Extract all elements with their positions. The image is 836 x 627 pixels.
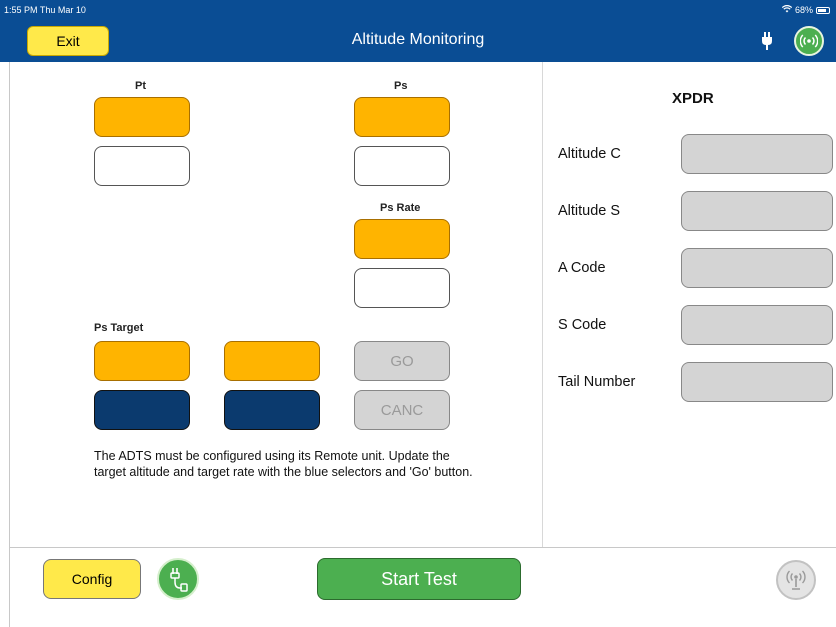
tail-number-field [681,362,833,402]
ps-value-display [354,97,450,137]
go-button[interactable]: GO [354,341,450,381]
ps-label: Ps [394,80,408,92]
target-altitude-selector[interactable] [94,390,190,430]
s-code-label: S Code [558,317,607,333]
ps-target-label: Ps Target [94,322,144,334]
ps-input[interactable] [354,146,450,186]
pt-input[interactable] [94,146,190,186]
ps-target-altitude-display [94,341,190,381]
a-code-label: A Code [558,260,606,276]
instructions-text: The ADTS must be configured using its Re… [94,449,473,479]
ps-rate-value-display [354,219,450,259]
status-indicators: 68% [781,5,830,15]
target-rate-selector[interactable] [224,390,320,430]
config-button[interactable]: Config [43,559,141,599]
pt-value-display [94,97,190,137]
footer-divider [9,547,836,548]
battery-percent: 68% [794,5,813,15]
wireless-signal-icon [800,34,818,48]
a-code-field [681,248,833,288]
cancel-button[interactable]: CANC [354,390,450,430]
antenna-icon [786,570,806,590]
altitude-s-field [681,191,833,231]
xpdr-title: XPDR [672,90,714,107]
plug-icon [762,32,772,50]
ps-rate-label: Ps Rate [380,202,421,214]
altitude-c-field [681,134,833,174]
cable-icon [170,568,188,592]
tail-number-label: Tail Number [558,374,636,390]
left-border [9,62,10,627]
pt-label: Pt [135,80,146,92]
status-time: 1:55 PM Thu Mar 10 [4,5,86,15]
s-code-field [681,305,833,345]
ps-rate-input[interactable] [354,268,450,308]
app-header: 1:55 PM Thu Mar 10 68% Exit Altitude Mon… [0,0,836,62]
cable-connection-button[interactable] [157,558,199,600]
wifi-icon [781,5,793,15]
page-title: Altitude Monitoring [351,31,485,48]
panel-divider [542,62,543,547]
battery-icon [816,6,830,14]
antenna-button[interactable] [776,560,816,600]
altitude-c-label: Altitude C [558,146,621,162]
wireless-status-button[interactable] [794,26,824,56]
altitude-s-label: Altitude S [558,203,621,219]
start-test-button[interactable]: Start Test [317,558,521,600]
ps-target-rate-display [224,341,320,381]
